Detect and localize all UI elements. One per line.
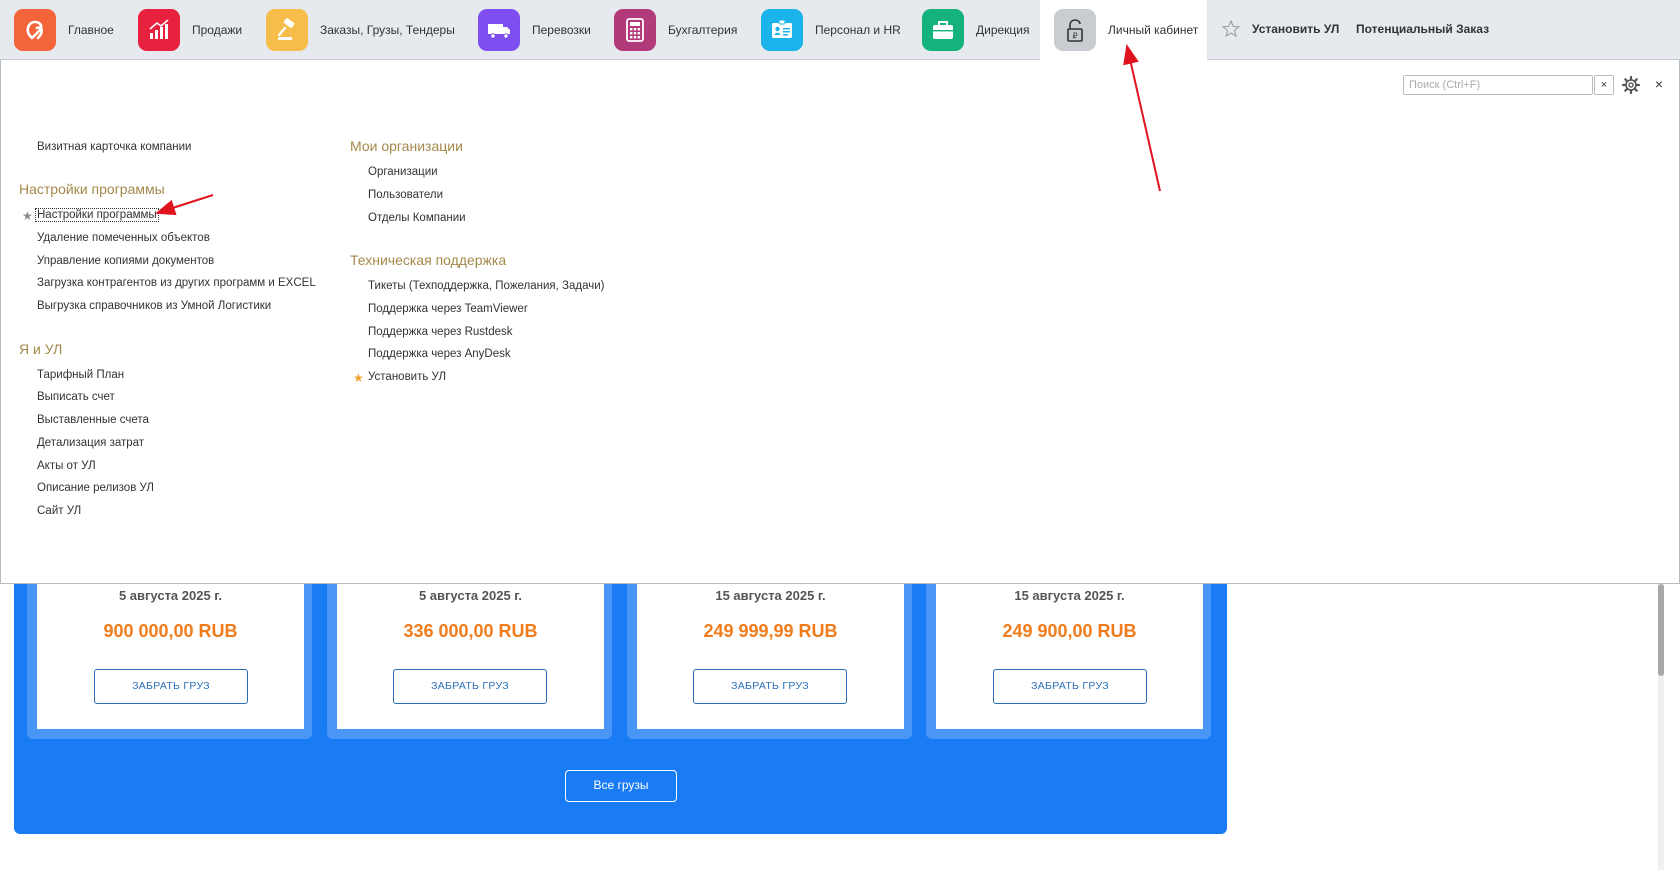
card-price: 336 000,00 RUB <box>403 621 538 641</box>
cargo-card <box>637 584 904 729</box>
menu-item-issued-invoices[interactable]: Выставленные счета <box>37 414 149 426</box>
top-nav-bar: Главное Продажи Заказы, Грузы, Тендеры П… <box>0 0 1680 60</box>
menu-item-departments[interactable]: Отделы Компании <box>368 212 466 224</box>
menu-item-acts[interactable]: Акты от УЛ <box>37 460 96 472</box>
personal-cabinet-menu-panel <box>0 60 1680 584</box>
gear-icon[interactable] <box>1621 75 1641 95</box>
cargo-card <box>37 584 304 729</box>
menu-item-release-notes[interactable]: Описание релизов УЛ <box>37 482 154 494</box>
close-panel-button[interactable]: × <box>1650 74 1668 94</box>
take-cargo-button[interactable]: ЗАБРАТЬ ГРУЗ <box>393 669 547 704</box>
menu-item-support-teamviewer[interactable]: Поддержка через TeamViewer <box>368 303 528 315</box>
take-cargo-button[interactable]: ЗАБРАТЬ ГРУЗ <box>693 669 847 704</box>
favorite-star-icon[interactable]: ★ <box>353 372 364 384</box>
menu-item-cost-details[interactable]: Детализация затрат <box>37 437 144 449</box>
nav-label-personal-cabinet: Личный кабинет <box>1108 23 1199 37</box>
menu-item-site[interactable]: Сайт УЛ <box>37 505 81 517</box>
nav-label-transport: Перевозки <box>532 23 591 37</box>
all-cargo-button[interactable]: Все грузы <box>565 770 677 802</box>
menu-item-delete-marked[interactable]: Удаление помеченных объектов <box>37 232 210 244</box>
nav-label-orders: Заказы, Грузы, Тендеры <box>320 23 455 37</box>
id-card-icon <box>761 9 803 51</box>
nav-item-sales[interactable]: Продажи <box>138 0 242 60</box>
gavel-icon <box>266 9 308 51</box>
menu-item-business-card[interactable]: Визитная карточка компании <box>37 141 191 153</box>
cargo-card <box>936 584 1203 729</box>
section-title-my-organizations: Мои организации <box>350 138 463 154</box>
potential-order-link[interactable]: Потенциальный Заказ <box>1356 22 1489 36</box>
favorite-star-icon[interactable] <box>1221 19 1241 39</box>
card-price: 900 000,00 RUB <box>103 621 238 641</box>
favorite-star-icon[interactable]: ★ <box>22 210 33 222</box>
logo-icon <box>14 9 56 51</box>
search-input[interactable] <box>1403 75 1593 95</box>
nav-label-hr: Персонал и HR <box>815 23 901 37</box>
nav-label-sales: Продажи <box>192 23 243 37</box>
card-date: 5 августа 2025 г. <box>118 588 223 603</box>
menu-item-program-settings[interactable]: Настройки программы <box>35 208 159 222</box>
nav-label-main: Главное <box>68 23 114 37</box>
nav-item-orders[interactable]: Заказы, Грузы, Тендеры <box>266 0 455 60</box>
menu-item-export-directories[interactable]: Выгрузка справочников из Умной Логистики <box>37 300 271 312</box>
menu-item-support-rustdesk[interactable]: Поддержка через Rustdesk <box>368 326 513 338</box>
nav-label-accounting: Бухгалтерия <box>668 23 738 37</box>
card-price: 249 900,00 RUB <box>1002 621 1137 641</box>
menu-item-support-anydesk[interactable]: Поддержка через AnyDesk <box>368 348 511 360</box>
briefcase-icon <box>922 9 964 51</box>
card-date: 15 августа 2025 г. <box>715 588 826 603</box>
nav-item-personal-cabinet[interactable]: ₽ Личный кабинет <box>1040 0 1207 60</box>
install-ul-link[interactable]: Установить УЛ <box>1252 22 1339 36</box>
menu-item-tariff-plan[interactable]: Тарифный План <box>37 369 124 381</box>
nav-item-accounting[interactable]: Бухгалтерия <box>614 0 737 60</box>
menu-item-document-copies[interactable]: Управление копиями документов <box>37 255 214 267</box>
sales-chart-icon <box>138 9 180 51</box>
take-cargo-button[interactable]: ЗАБРАТЬ ГРУЗ <box>993 669 1147 704</box>
card-date: 15 августа 2025 г. <box>1014 588 1125 603</box>
nav-item-direction[interactable]: Дирекция <box>922 0 1030 60</box>
nav-item-main[interactable]: Главное <box>14 0 114 60</box>
menu-item-organizations[interactable]: Организации <box>368 166 438 178</box>
app-window: Главное Продажи Заказы, Грузы, Тендеры П… <box>0 0 1680 882</box>
truck-icon <box>478 9 520 51</box>
scrollbar-thumb[interactable] <box>1658 584 1664 676</box>
take-cargo-button[interactable]: ЗАБРАТЬ ГРУЗ <box>94 669 248 704</box>
svg-text:₽: ₽ <box>1072 32 1077 41</box>
section-title-tech-support: Техническая поддержка <box>350 252 507 268</box>
calculator-icon <box>614 9 656 51</box>
card-date: 5 августа 2025 г. <box>418 588 523 603</box>
menu-item-tickets[interactable]: Тикеты (Техподдержка, Пожелания, Задачи) <box>368 280 604 292</box>
cargo-card <box>337 584 604 729</box>
nav-item-transport[interactable]: Перевозки <box>478 0 591 60</box>
menu-item-issue-invoice[interactable]: Выписать счет <box>37 391 115 403</box>
section-title-settings: Настройки программы <box>19 181 165 197</box>
menu-item-install-ul[interactable]: Установить УЛ <box>368 371 446 383</box>
menu-item-users[interactable]: Пользователи <box>368 189 443 201</box>
lock-icon: ₽ <box>1054 9 1096 51</box>
search-clear-button[interactable]: × <box>1594 75 1614 95</box>
menu-item-import-contractors[interactable]: Загрузка контрагентов из других программ… <box>37 277 316 289</box>
card-price: 249 999,99 RUB <box>703 621 838 641</box>
nav-item-hr[interactable]: Персонал и HR <box>761 0 901 60</box>
section-title-me-and-ul: Я и УЛ <box>19 341 63 357</box>
nav-label-direction: Дирекция <box>976 23 1030 37</box>
